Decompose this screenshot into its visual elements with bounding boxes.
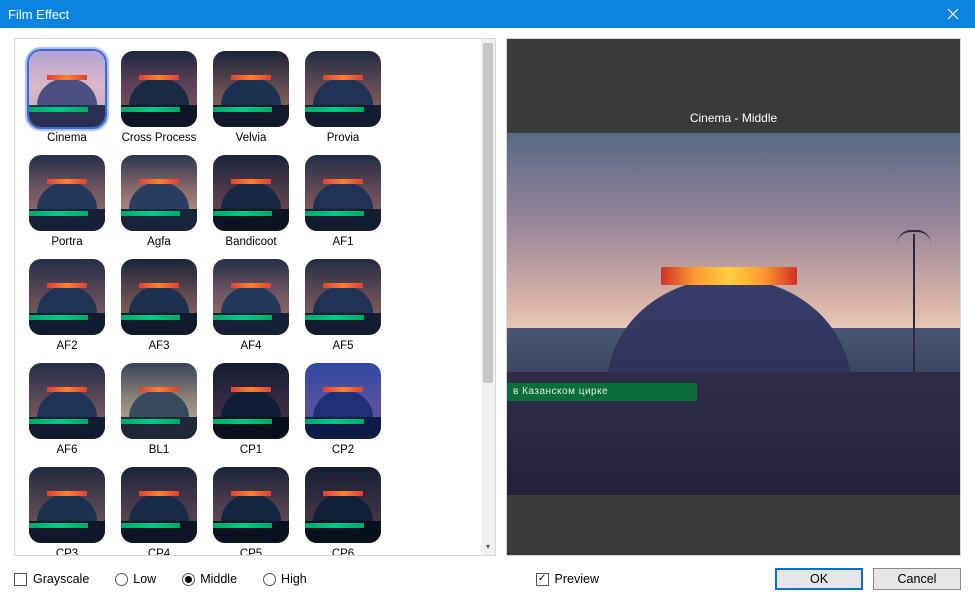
client-area: CinemaCross ProcessVelviaProvia PortraAgf…: [0, 28, 975, 599]
intensity-low-label: Low: [133, 572, 156, 586]
filter-label: CP6: [297, 547, 389, 555]
filter-label: CP5: [205, 547, 297, 555]
scrollbar-thumb[interactable]: [483, 43, 493, 383]
filter-label: AF1: [297, 235, 389, 249]
preview-panel: Cinema - Middle в Казанском цирке: [506, 38, 961, 556]
preview-top-letterbox: Cinema - Middle: [507, 39, 960, 133]
preview-image: в Казанском цирке: [507, 133, 960, 495]
filter-thumbnail: [211, 361, 291, 441]
filter-label: AF3: [113, 339, 205, 353]
intensity-middle-radio[interactable]: Middle: [182, 572, 237, 586]
filter-thumbnail: [211, 257, 291, 337]
scroll-down-arrow-icon[interactable]: ▾: [481, 539, 495, 553]
filter-label: Agfa: [113, 235, 205, 249]
filter-cell[interactable]: AF2: [21, 255, 113, 353]
window-title: Film Effect: [8, 7, 69, 22]
filter-cell[interactable]: AF6: [21, 359, 113, 457]
filter-cell[interactable]: Velvia: [205, 47, 297, 145]
filter-label: CP2: [297, 443, 389, 457]
title-bar: Film Effect: [0, 0, 975, 28]
filter-cell[interactable]: AF1: [297, 151, 389, 249]
grayscale-label: Grayscale: [33, 572, 89, 586]
filter-grid: CinemaCross ProcessVelviaProvia PortraAgf…: [15, 39, 481, 555]
filter-cell[interactable]: CP4: [113, 463, 205, 555]
filter-label: Provia: [297, 131, 389, 145]
filter-thumbnail: [27, 465, 107, 545]
filter-grid-panel: CinemaCross ProcessVelviaProvia PortraAgf…: [14, 38, 496, 556]
intensity-high-label: High: [281, 572, 307, 586]
radio-icon: [263, 573, 276, 586]
filter-label: BL1: [113, 443, 205, 457]
filter-label: AF6: [21, 443, 113, 457]
filter-cell[interactable]: CP2: [297, 359, 389, 457]
close-button[interactable]: [931, 0, 975, 28]
intensity-high-radio[interactable]: High: [263, 572, 307, 586]
close-icon: [947, 8, 959, 20]
filter-thumbnail: [27, 361, 107, 441]
preview-checkbox-label: Preview: [555, 572, 599, 586]
filter-label: CP4: [113, 547, 205, 555]
filter-thumbnail: [27, 257, 107, 337]
checkbox-icon: [14, 573, 27, 586]
filter-thumbnail: [119, 257, 199, 337]
filter-label: AF5: [297, 339, 389, 353]
filter-cell[interactable]: Bandicoot: [205, 151, 297, 249]
filter-cell[interactable]: CP6: [297, 463, 389, 555]
filter-label: CP3: [21, 547, 113, 555]
filter-thumbnail: [303, 49, 383, 129]
filter-label: CP1: [205, 443, 297, 457]
filter-label: Velvia: [205, 131, 297, 145]
filter-cell[interactable]: Provia: [297, 47, 389, 145]
filter-cell[interactable]: AF3: [113, 255, 205, 353]
filter-thumbnail: [119, 49, 199, 129]
preview-bottom-letterbox: [507, 495, 960, 555]
intensity-middle-label: Middle: [200, 572, 237, 586]
filter-thumbnail: [303, 257, 383, 337]
filter-cell[interactable]: Portra: [21, 151, 113, 249]
filter-label: AF2: [21, 339, 113, 353]
preview-checkbox[interactable]: ✓ Preview: [536, 572, 599, 586]
filter-cell[interactable]: CP5: [205, 463, 297, 555]
filter-label: Portra: [21, 235, 113, 249]
filter-cell[interactable]: BL1: [113, 359, 205, 457]
filter-label: Cinema: [21, 131, 113, 145]
filter-cell[interactable]: Agfa: [113, 151, 205, 249]
filter-label: Bandicoot: [205, 235, 297, 249]
filter-thumbnail: [303, 361, 383, 441]
bottom-toolbar: Grayscale Low Middle High ✓ Preview OK C…: [14, 567, 961, 591]
checkbox-icon: ✓: [536, 573, 549, 586]
filter-cell[interactable]: CP1: [205, 359, 297, 457]
filter-thumbnail: [119, 465, 199, 545]
filter-label: AF4: [205, 339, 297, 353]
filter-thumbnail: [211, 465, 291, 545]
filter-thumbnail: [119, 361, 199, 441]
filter-thumbnail: [27, 153, 107, 233]
ok-button[interactable]: OK: [775, 568, 863, 590]
filter-thumbnail: [211, 153, 291, 233]
filter-thumbnail: [303, 153, 383, 233]
filter-cell[interactable]: AF5: [297, 255, 389, 353]
filter-cell[interactable]: AF4: [205, 255, 297, 353]
radio-icon: [182, 573, 195, 586]
filter-thumbnail: [119, 153, 199, 233]
filter-cell[interactable]: CP3: [21, 463, 113, 555]
preview-caption: Cinema - Middle: [690, 111, 777, 125]
radio-icon: [115, 573, 128, 586]
cancel-button[interactable]: Cancel: [873, 568, 961, 590]
filter-thumbnail: [211, 49, 291, 129]
filter-thumbnail: [27, 49, 107, 129]
vertical-scrollbar[interactable]: ▴ ▾: [481, 39, 495, 555]
filter-cell[interactable]: Cinema: [21, 47, 113, 145]
filter-thumbnail: [303, 465, 383, 545]
intensity-low-radio[interactable]: Low: [115, 572, 156, 586]
grayscale-checkbox[interactable]: Grayscale: [14, 572, 89, 586]
filter-cell[interactable]: Cross Process: [113, 47, 205, 145]
preview-banner-text: в Казанском цирке: [507, 383, 697, 401]
filter-label: Cross Process: [113, 131, 205, 145]
